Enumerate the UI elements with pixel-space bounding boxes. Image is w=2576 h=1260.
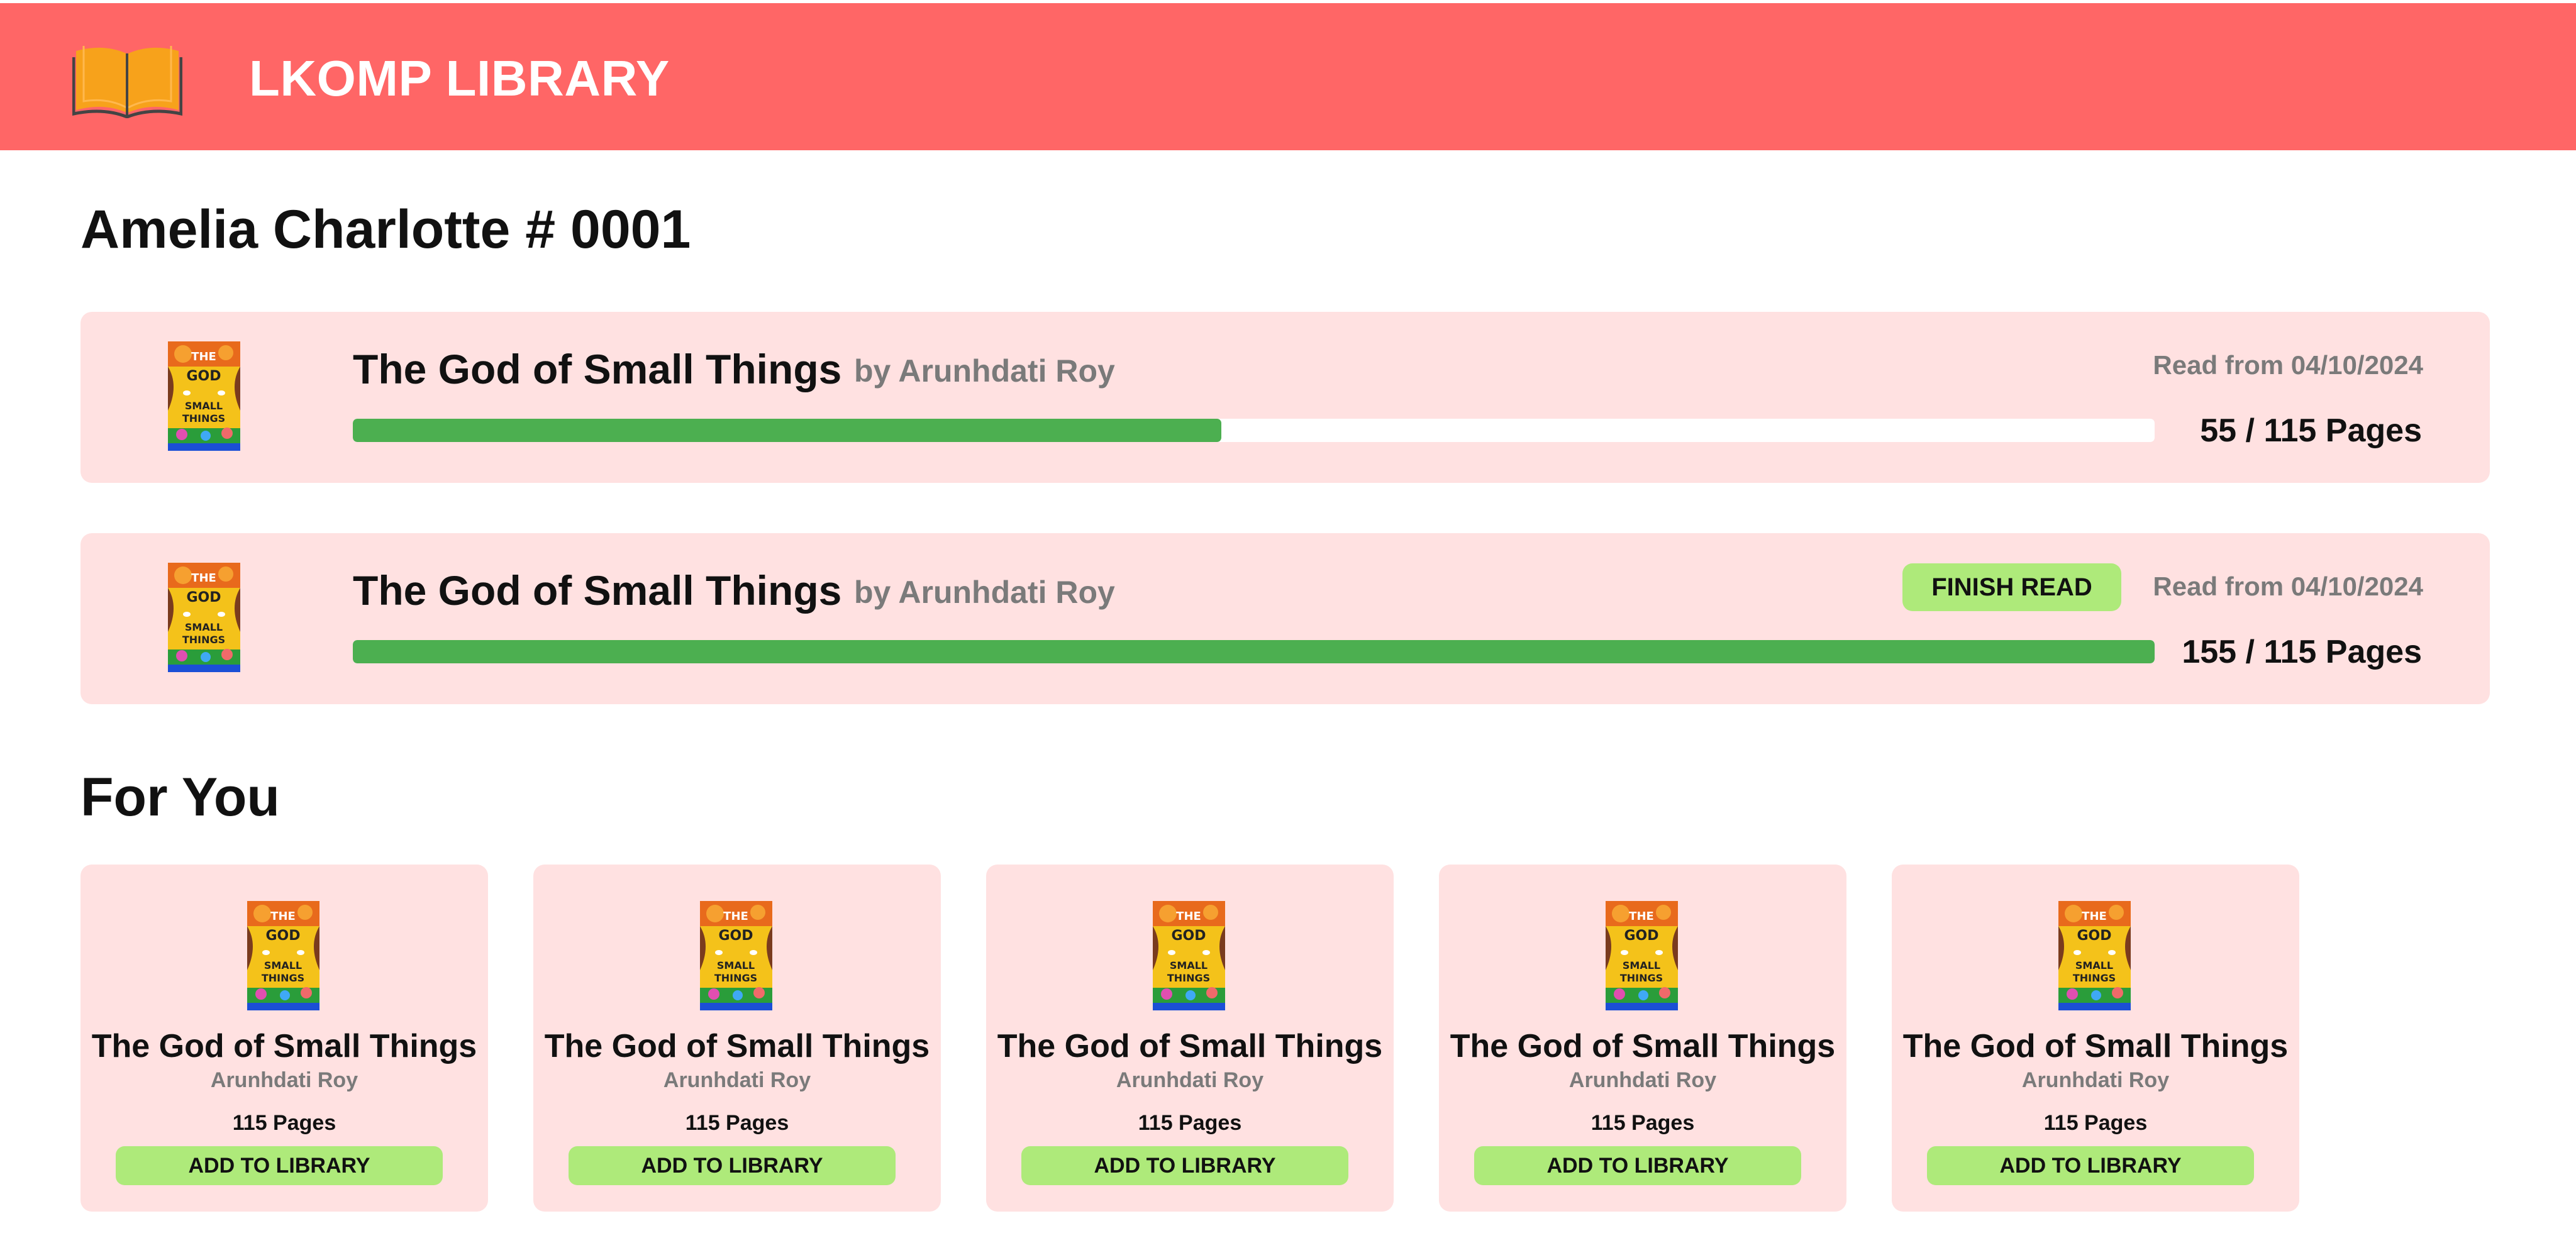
book-cover-image: THE GOD SMALL THINGS	[2058, 901, 2131, 1010]
book-cover-image: THE GOD SMALL THINGS	[1606, 901, 1678, 1010]
cover-title-text: SMALL	[717, 959, 755, 971]
book-author: Arunhdati Roy	[1568, 1068, 1717, 1092]
add-to-library-button[interactable]: ADD TO LIBRARY	[1927, 1146, 2254, 1185]
book-cover-image: THE GOD SMALL THINGS	[1153, 901, 1225, 1010]
recommendation-card[interactable]: THE GOD SMALL THINGS The God of Small Th…	[533, 865, 941, 1212]
app-header: LKOMP LIBRARY	[0, 3, 2576, 150]
reading-progress-fill	[353, 419, 1221, 442]
cover-title-text: SMALL	[1170, 959, 1208, 971]
book-cover-image: THE GOD SMALL THINGS	[247, 901, 319, 1010]
cover-title-text: THINGS	[1167, 972, 1210, 984]
book-pages: 115 Pages	[685, 1111, 789, 1135]
add-to-library-button[interactable]: ADD TO LIBRARY	[116, 1146, 443, 1185]
book-author: by Arunhdati Roy	[854, 575, 1115, 610]
book-title: The God of Small Things	[1450, 1028, 1836, 1064]
cover-title-text: THINGS	[262, 972, 304, 984]
cover-title-text: GOD	[2077, 928, 2111, 944]
recommendation-card[interactable]: THE GOD SMALL THINGS The God of Small Th…	[986, 865, 1394, 1212]
add-to-library-button[interactable]: ADD TO LIBRARY	[1021, 1146, 1348, 1185]
cover-title-text: SMALL	[1623, 959, 1660, 971]
pages-progress-label: 55 / 115 Pages	[2200, 412, 2422, 449]
cover-title-text: THE	[2082, 910, 2107, 923]
book-pages: 115 Pages	[1138, 1111, 1242, 1135]
book-title: The God of Small Things	[997, 1028, 1383, 1064]
book-author: Arunhdati Roy	[210, 1068, 358, 1092]
book-title: The God of Small Things	[1902, 1028, 2289, 1064]
book-pages: 115 Pages	[1591, 1111, 1695, 1135]
cover-title-text: THE	[723, 910, 748, 923]
book-author: Arunhdati Roy	[663, 1068, 811, 1092]
read-date: Read from 04/10/2024	[2153, 572, 2423, 601]
read-date: Read from 04/10/2024	[2153, 350, 2423, 380]
cover-title-text: SMALL	[185, 621, 223, 633]
cover-title-text: SMALL	[2075, 959, 2113, 971]
book-pages: 115 Pages	[2043, 1111, 2148, 1135]
add-to-library-button[interactable]: ADD TO LIBRARY	[1474, 1146, 1801, 1185]
cover-title-text: GOD	[1171, 928, 1206, 944]
recommendation-card[interactable]: THE GOD SMALL THINGS The God of Small Th…	[80, 865, 488, 1212]
cover-title-text: GOD	[1624, 928, 1658, 944]
recommendation-card[interactable]: THE GOD SMALL THINGS The God of Small Th…	[1892, 865, 2299, 1212]
cover-title-text: THINGS	[182, 634, 225, 646]
cover-title-text: THINGS	[2073, 972, 2116, 984]
cover-title-text: SMALL	[264, 959, 302, 971]
pages-progress-label: 155 / 115 Pages	[2182, 634, 2422, 670]
book-cover-image: THE GOD SMALL THINGS	[700, 901, 772, 1010]
cover-title-text: GOD	[718, 928, 753, 944]
cover-title-text: GOD	[186, 590, 221, 605]
add-to-library-button[interactable]: ADD TO LIBRARY	[569, 1146, 896, 1185]
cover-title-text: THINGS	[1620, 972, 1663, 984]
book-author: by Arunhdati Roy	[854, 353, 1115, 389]
finish-read-button[interactable]: FINISH READ	[1902, 563, 2121, 611]
reading-card[interactable]: THE GOD SMALL THINGS The God of Small Th…	[80, 312, 2490, 483]
page-title: Amelia Charlotte # 0001	[80, 199, 691, 260]
cover-title-text: THE	[270, 910, 296, 923]
reading-progress-fill	[353, 640, 2155, 663]
reading-progress-bar	[353, 640, 2155, 663]
cover-title-text: GOD	[265, 928, 300, 944]
cover-title-text: GOD	[186, 368, 221, 384]
cover-title-text: THINGS	[714, 972, 757, 984]
book-pages: 115 Pages	[232, 1111, 336, 1135]
book-author: Arunhdati Roy	[2021, 1068, 2170, 1092]
book-cover-image: THE GOD SMALL THINGS	[168, 341, 240, 451]
cover-title-text: THE	[191, 572, 216, 585]
reading-card[interactable]: THE GOD SMALL THINGS The God of Small Th…	[80, 533, 2490, 704]
cover-title-text: THE	[1176, 910, 1201, 923]
brand-title[interactable]: LKOMP LIBRARY	[249, 50, 670, 107]
cover-title-text: THE	[1629, 910, 1654, 923]
book-cover-image: THE GOD SMALL THINGS	[168, 563, 240, 672]
cover-title-text: THINGS	[182, 412, 225, 424]
book-title: The God of Small Things	[91, 1028, 477, 1064]
open-book-logo-icon[interactable]	[72, 40, 182, 118]
for-you-heading: For You	[80, 767, 280, 827]
reading-progress-bar	[353, 419, 2155, 442]
book-author: Arunhdati Roy	[1116, 1068, 1264, 1092]
book-title: The God of Small Things	[544, 1028, 930, 1064]
book-title: The God of Small Things	[353, 567, 842, 614]
book-title: The God of Small Things	[353, 346, 842, 392]
cover-title-text: SMALL	[185, 400, 223, 412]
cover-title-text: THE	[191, 350, 216, 363]
recommendation-card[interactable]: THE GOD SMALL THINGS The God of Small Th…	[1439, 865, 1846, 1212]
